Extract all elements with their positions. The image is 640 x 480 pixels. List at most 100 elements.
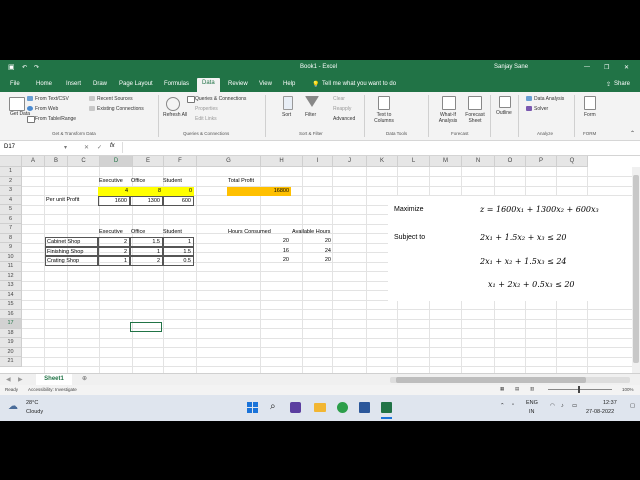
selected-cell-d17[interactable]	[130, 322, 162, 332]
cancel-formula-icon[interactable]: ✕	[84, 144, 89, 151]
cell-c4[interactable]: 1600	[98, 196, 130, 206]
teams-icon[interactable]	[290, 402, 301, 413]
from-web-button[interactable]: From Web	[35, 106, 58, 112]
page-layout-view-icon[interactable]: ▤	[515, 386, 519, 392]
row-header-1[interactable]: 1	[0, 167, 22, 177]
from-text-button[interactable]: From Text/CSV	[35, 96, 69, 102]
tab-file[interactable]: File	[10, 81, 20, 87]
column-header-i[interactable]: I	[303, 156, 333, 167]
cell-g2[interactable]: Total Profit	[228, 177, 254, 187]
cell-d10[interactable]: 2	[130, 256, 163, 266]
enter-formula-icon[interactable]: ✓	[97, 144, 102, 151]
column-header-l[interactable]: L	[398, 156, 430, 167]
user-name[interactable]: Sanjay Sane	[494, 64, 528, 70]
tab-draw[interactable]: Draw	[93, 81, 107, 87]
column-header-a[interactable]: A	[22, 156, 45, 167]
cell-e3[interactable]: 0	[163, 187, 194, 197]
reapply-button[interactable]: Reapply	[333, 106, 351, 112]
tab-help[interactable]: Help	[283, 81, 295, 87]
row-header-15[interactable]: 15	[0, 300, 22, 310]
row-header-8[interactable]: 8	[0, 233, 22, 243]
cell-g9[interactable]: 16	[227, 247, 291, 257]
clock-date[interactable]: 27-08-2022	[586, 409, 614, 415]
add-sheet-icon[interactable]: ⊕	[82, 375, 87, 382]
tab-page-layout[interactable]: Page Layout	[119, 81, 153, 87]
wifi-icon[interactable]: ◠	[550, 403, 555, 409]
page-break-view-icon[interactable]: ▥	[530, 386, 534, 392]
column-header-d[interactable]: D	[100, 156, 133, 167]
row-header-2[interactable]: 2	[0, 176, 22, 186]
refresh-all-button[interactable]: Refresh All	[163, 112, 187, 118]
column-header-b[interactable]: B	[45, 156, 68, 167]
queries-connections-button[interactable]: Queries & Connections	[195, 96, 246, 102]
cell-d7[interactable]: Office	[131, 228, 145, 238]
column-header-c[interactable]: C	[68, 156, 100, 167]
solver-button[interactable]: Solver	[534, 106, 548, 112]
prev-sheet-icon[interactable]: ◀	[6, 376, 11, 383]
advanced-button[interactable]: Advanced	[333, 116, 355, 122]
column-header-o[interactable]: O	[495, 156, 526, 167]
column-header-j[interactable]: J	[333, 156, 367, 167]
zoom-slider[interactable]	[548, 386, 612, 393]
excel-icon[interactable]	[381, 402, 392, 413]
cell-b10[interactable]: Crating Shop	[45, 256, 98, 266]
row-header-13[interactable]: 13	[0, 281, 22, 291]
existing-connections-button[interactable]: Existing Connections	[97, 106, 144, 112]
chrome-icon[interactable]	[337, 402, 348, 413]
cell-g10[interactable]: 20	[227, 256, 291, 266]
vertical-scrollbar[interactable]	[632, 167, 640, 373]
forecast-sheet-button[interactable]: Forecast Sheet	[462, 112, 488, 124]
battery-icon[interactable]: ▭	[572, 403, 577, 409]
language-2[interactable]: IN	[529, 409, 535, 415]
row-header-9[interactable]: 9	[0, 243, 22, 253]
formula-input[interactable]	[122, 142, 631, 153]
cell-c10[interactable]: 1	[98, 256, 130, 266]
cell-e2[interactable]: Student	[163, 177, 182, 187]
column-header-e[interactable]: E	[133, 156, 164, 167]
properties-button[interactable]: Properties	[195, 106, 218, 112]
cell-g3[interactable]: 16800	[227, 187, 291, 197]
column-header-m[interactable]: M	[430, 156, 462, 167]
zoom-slider-thumb[interactable]	[578, 386, 580, 393]
notifications-icon[interactable]: ▢	[630, 403, 635, 409]
clock-time[interactable]: 12:37	[603, 400, 617, 406]
name-box-dropdown-icon[interactable]: ▾	[64, 144, 67, 151]
cell-h8[interactable]: 20	[291, 237, 333, 247]
cell-b9[interactable]: Finishing Shop	[45, 246, 98, 256]
cell-e8[interactable]: 1	[163, 237, 194, 247]
search-icon[interactable]: ⌕	[270, 401, 276, 412]
cell-b4[interactable]: Per unit Profit	[46, 196, 79, 206]
cell-d8[interactable]: 1.5	[130, 237, 163, 247]
tab-review[interactable]: Review	[228, 81, 248, 87]
outline-button[interactable]: Outline	[496, 110, 512, 116]
cell-c8[interactable]: 2	[98, 237, 130, 247]
select-all-corner[interactable]	[0, 156, 22, 167]
row-header-5[interactable]: 5	[0, 205, 22, 215]
weather-condition[interactable]: Cloudy	[26, 409, 43, 415]
form-button[interactable]: Form	[584, 112, 596, 118]
spreadsheet-grid[interactable]: ABCDEFGHIJKLMNOPQ 1 2 3 4 5 6 7 8 9 10 11 12 13 14 15 1…	[0, 156, 640, 373]
cell-c2[interactable]: Executive	[99, 177, 123, 187]
tab-formulas[interactable]: Formulas	[164, 81, 189, 87]
column-header-k[interactable]: K	[367, 156, 398, 167]
edit-links-button[interactable]: Edit Links	[195, 116, 217, 122]
row-header-11[interactable]: 11	[0, 262, 22, 272]
whatif-analysis-button[interactable]: What-If Analysis	[434, 112, 462, 124]
language-1[interactable]: ENG	[526, 400, 538, 406]
close-icon[interactable]: ✕	[624, 64, 629, 71]
row-header-14[interactable]: 14	[0, 290, 22, 300]
word-icon[interactable]	[359, 402, 370, 413]
accessibility-status[interactable]: Accessibility: Investigate	[28, 387, 77, 392]
column-header-p[interactable]: P	[526, 156, 557, 167]
minimize-icon[interactable]: —	[584, 64, 590, 70]
tab-home[interactable]: Home	[36, 81, 52, 87]
name-box[interactable]: D17	[4, 144, 15, 150]
weather-temp[interactable]: 28°C	[26, 400, 38, 406]
horizontal-scrollbar[interactable]	[390, 377, 630, 383]
vertical-scroll-thumb[interactable]	[633, 175, 639, 363]
cell-h7[interactable]: Available Hours	[292, 228, 330, 238]
clear-button[interactable]: Clear	[333, 96, 345, 102]
row-header-12[interactable]: 12	[0, 271, 22, 281]
column-header-n[interactable]: N	[462, 156, 495, 167]
tray-chevron-icon[interactable]: ⌃	[500, 403, 505, 409]
